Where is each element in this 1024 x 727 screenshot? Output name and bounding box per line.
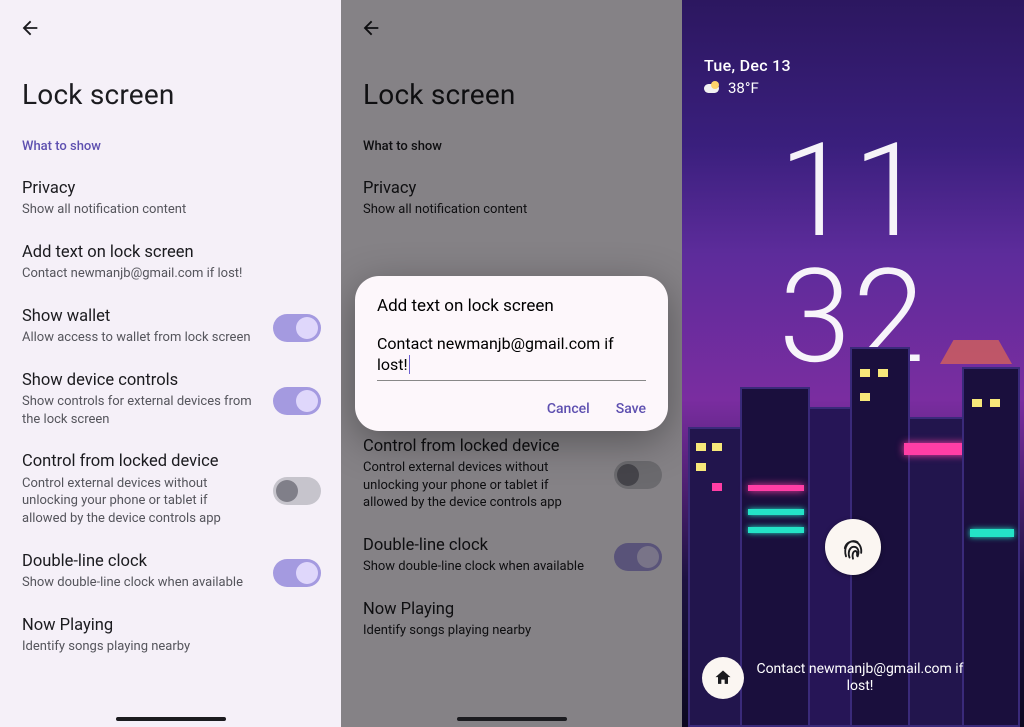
- switch-control-from-locked[interactable]: [273, 477, 321, 505]
- clock-hours: 11: [779, 128, 927, 254]
- arrow-back-icon: [19, 17, 41, 39]
- settings-panel-with-dialog: Lock screen What to show Privacy Show al…: [341, 0, 682, 727]
- lockscreen-message: Contact newmanjb@gmail.com if lost!: [756, 661, 1004, 696]
- setting-title: Privacy: [22, 178, 319, 199]
- fingerprint-button[interactable]: [825, 519, 881, 575]
- home-icon: [713, 668, 733, 688]
- setting-now-playing[interactable]: Now Playing Identify songs playing nearb…: [0, 605, 341, 669]
- setting-device-controls[interactable]: Show device controls Show controls for e…: [0, 360, 341, 442]
- setting-title: Control from locked device: [22, 451, 319, 472]
- page-title: Lock screen: [0, 0, 341, 135]
- setting-double-line-clock[interactable]: Double-line clock Show double-line clock…: [0, 541, 341, 605]
- setting-control-from-locked[interactable]: Control from locked device Control exter…: [0, 441, 341, 540]
- lock-screen-text-input[interactable]: Contact newmanjb@gmail.com if lost!: [377, 334, 646, 381]
- input-value: Contact newmanjb@gmail.com if lost!: [377, 334, 614, 374]
- switch-double-line-clock[interactable]: [273, 559, 321, 587]
- setting-sub: Contact newmanjb@gmail.com if lost!: [22, 265, 319, 283]
- settings-lock-screen-panel: Lock screen What to show Privacy Show al…: [0, 0, 341, 727]
- back-button[interactable]: [16, 14, 44, 42]
- setting-title: Now Playing: [22, 615, 319, 636]
- lockscreen-bottom-row: Contact newmanjb@gmail.com if lost!: [682, 657, 1024, 699]
- text-cursor: [409, 355, 410, 373]
- nav-indicator[interactable]: [457, 717, 567, 721]
- cancel-button[interactable]: Cancel: [547, 401, 590, 417]
- nav-indicator[interactable]: [116, 717, 226, 721]
- switch-device-controls[interactable]: [273, 387, 321, 415]
- lockscreen-date: Tue, Dec 13: [704, 56, 791, 75]
- lockscreen-weather[interactable]: 38°F: [704, 79, 791, 97]
- section-label: What to show: [0, 135, 341, 168]
- setting-title: Add text on lock screen: [22, 242, 319, 263]
- temperature: 38°F: [728, 79, 759, 97]
- dialog-title: Add text on lock screen: [377, 296, 646, 316]
- setting-sub: Identify songs playing nearby: [22, 638, 319, 656]
- setting-title: Show device controls: [22, 370, 319, 391]
- setting-sub: Show all notification content: [22, 201, 319, 219]
- switch-show-wallet[interactable]: [273, 314, 321, 342]
- status-area: Tue, Dec 13 38°F: [704, 56, 791, 97]
- setting-privacy[interactable]: Privacy Show all notification content: [0, 168, 341, 232]
- smart-home-button[interactable]: [702, 657, 744, 699]
- weather-partly-cloudy-icon: [704, 81, 722, 95]
- lock-screen-preview: Tue, Dec 13 38°F 11 32: [682, 0, 1024, 727]
- setting-show-wallet[interactable]: Show wallet Allow access to wallet from …: [0, 296, 341, 360]
- fingerprint-icon: [839, 533, 867, 561]
- add-text-dialog: Add text on lock screen Contact newmanjb…: [355, 276, 668, 431]
- save-button[interactable]: Save: [616, 401, 646, 417]
- setting-add-text[interactable]: Add text on lock screen Contact newmanjb…: [0, 232, 341, 296]
